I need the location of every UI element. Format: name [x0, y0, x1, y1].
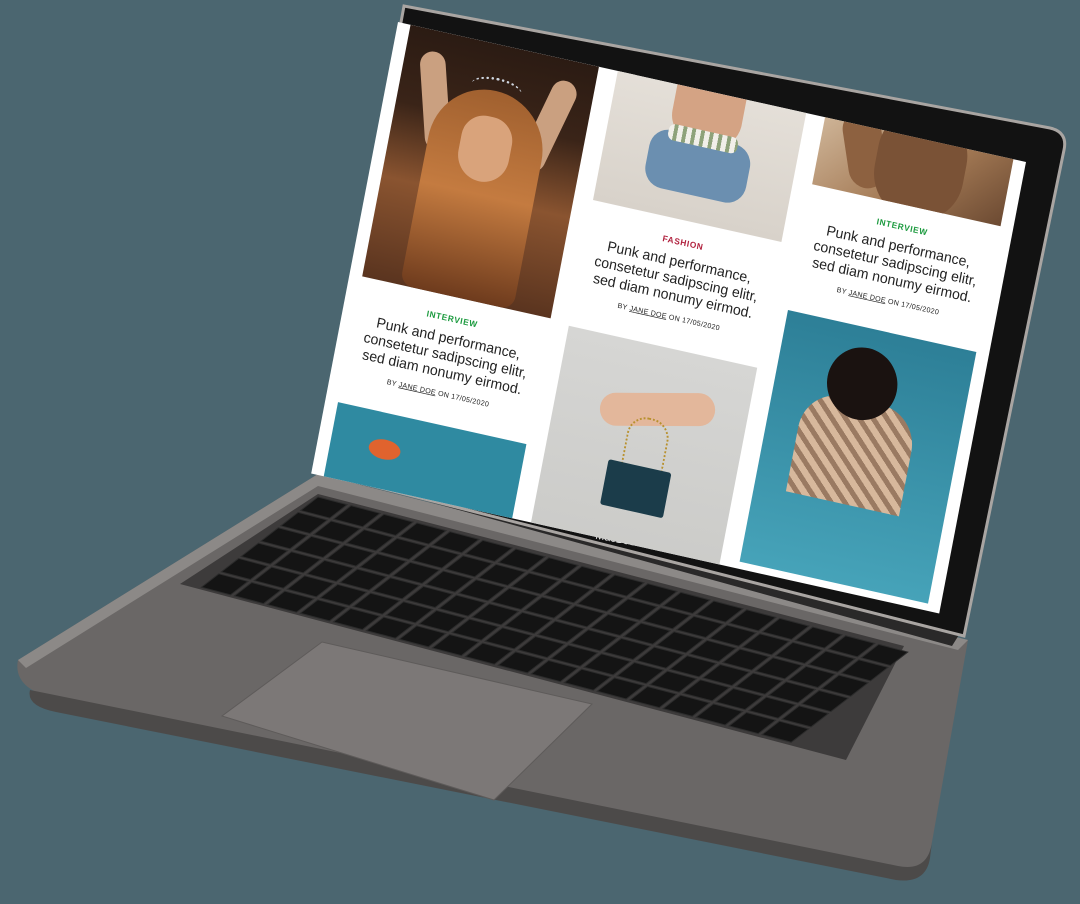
article-title[interactable]: Punk and performance, consetetur sadipsc…	[352, 311, 538, 401]
byline-by: BY	[386, 378, 398, 389]
author-link[interactable]: JANE DOE	[629, 305, 668, 321]
article-photo[interactable]	[362, 24, 599, 319]
author-link[interactable]: JANE DOE	[848, 289, 887, 305]
byline-on: ON	[668, 313, 681, 324]
author-link[interactable]: JANE DOE	[398, 381, 437, 397]
article-title[interactable]: Punk and performance, consetetur sadipsc…	[802, 219, 988, 309]
byline-on: ON	[437, 389, 450, 400]
article-title[interactable]: Punk and performance, consetetur sadipsc…	[583, 234, 769, 324]
publish-date: 17/05/2020	[900, 300, 940, 317]
article-card[interactable]	[739, 310, 977, 604]
mockup-stage: MacBook Air INTERVIEW Punk and performan…	[0, 0, 1080, 904]
byline-by: BY	[836, 286, 848, 297]
publish-date: 17/05/2020	[681, 316, 721, 333]
article-photo[interactable]	[739, 310, 977, 604]
byline-on: ON	[887, 297, 900, 308]
byline-by: BY	[616, 301, 629, 312]
publish-date: 17/05/2020	[450, 392, 490, 409]
